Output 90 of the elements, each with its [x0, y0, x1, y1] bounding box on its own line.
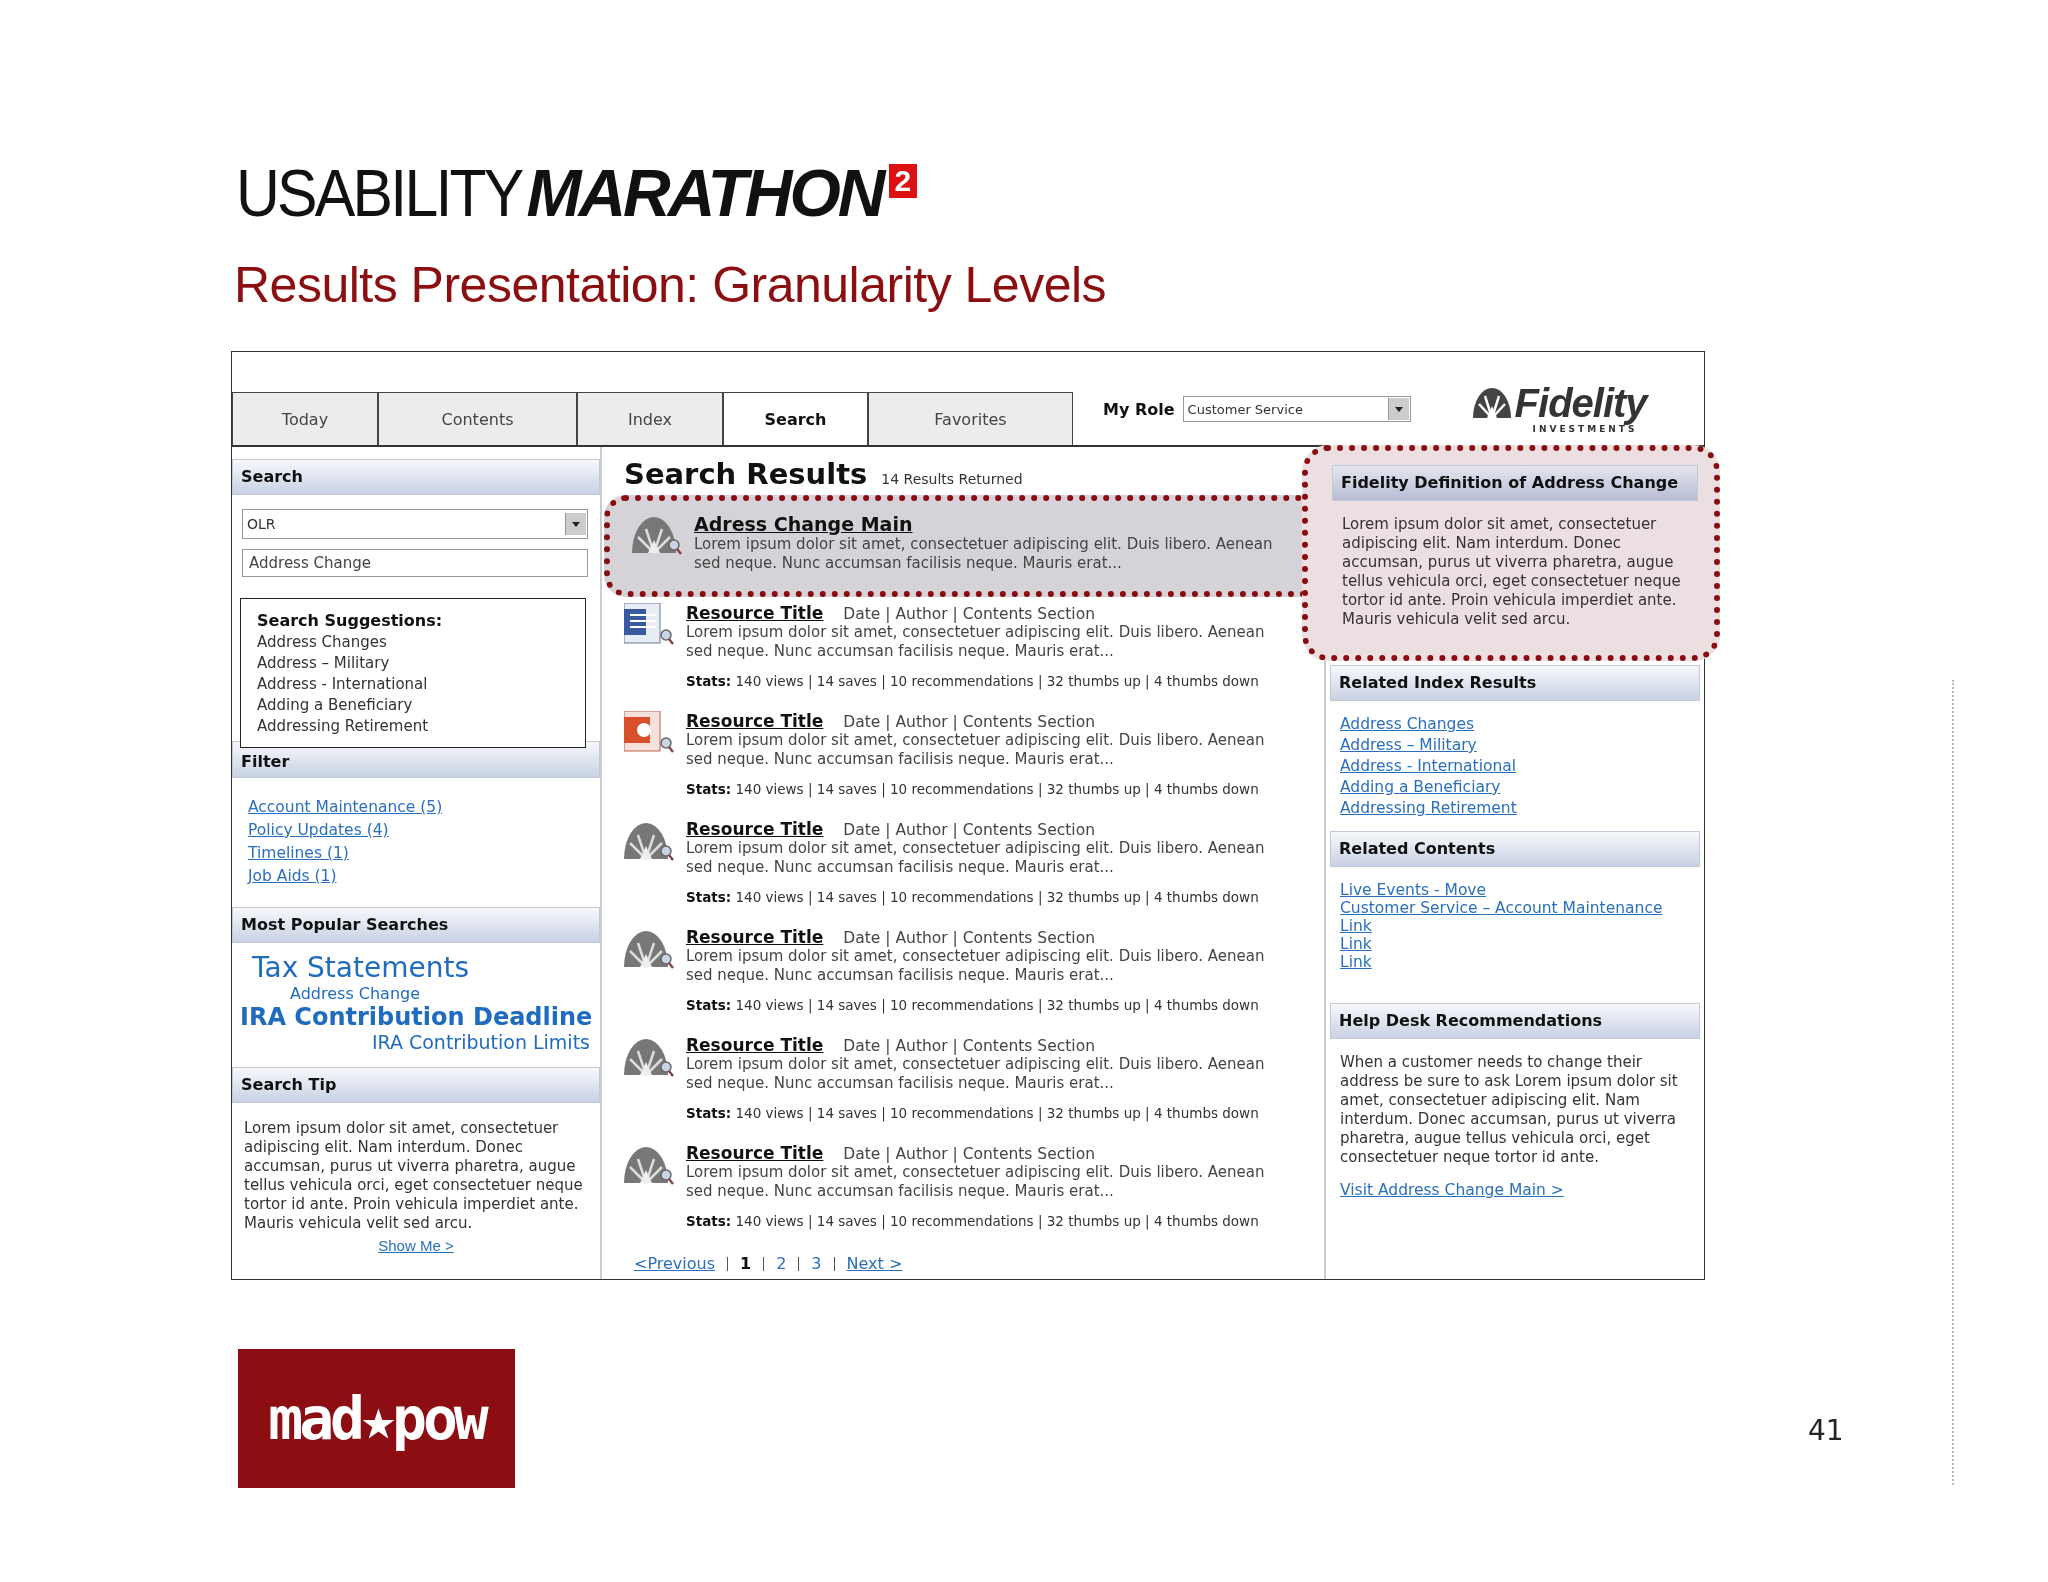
suggestion-item[interactable]: Address Changes — [257, 633, 569, 651]
related-link[interactable]: Link — [1340, 953, 1372, 971]
show-me-link[interactable]: Show Me > — [378, 1237, 454, 1254]
role-dropdown[interactable]: Customer Service — [1182, 396, 1411, 422]
caret-icon — [1394, 406, 1403, 412]
panel-header: Most Popular Searches — [232, 907, 600, 943]
tip-text: Lorem ipsum dolor sit amet, consectetuer adipiscing elit. Nam interdum. Donec accumsan, purus ut viverra pharetra, augue tellus vehicula orci, eget consectetuer neque tortor id ante. Proin vehicula imperdiet ante. Mauris vehicula velit sed arcu. — [243, 1118, 584, 1233]
pagination-link[interactable]: Next > — [833, 1257, 915, 1271]
result-description: Lorem ipsum dolor sit amet, consectetuer adipiscing elit. Duis libero. Aenean sed neque. Nunc accumsan facilisis neque. Mauris erat... — [686, 1163, 1266, 1201]
result-title-link[interactable]: Resource Title — [686, 711, 824, 731]
result-stats: Stats: 140 views | 14 saves | 10 recommendations | 32 thumbs up | 4 thumbs down — [686, 997, 1260, 1013]
tab[interactable]: Contents — [378, 392, 577, 445]
popular-search-link[interactable]: IRA Contribution Limits — [371, 1031, 590, 1053]
related-link[interactable]: Addressing Retirement — [1340, 799, 1517, 817]
suggestions-title: Search Suggestions: — [257, 611, 444, 630]
page-number: 41 — [1808, 1414, 1844, 1447]
tab[interactable]: Search — [723, 392, 868, 445]
result-description: Lorem ipsum dolor sit amet, consectetuer adipiscing elit. Duis libero. Aenean sed neque. Nunc accumsan facilisis neque. Mauris erat... — [694, 535, 1274, 573]
result-title-link[interactable]: Adress Change Main — [694, 513, 1294, 535]
related-link[interactable]: Address – Military — [1340, 736, 1477, 754]
result-description: Lorem ipsum dolor sit amet, consectetuer adipiscing elit. Duis libero. Aenean sed neque. Nunc accumsan facilisis neque. Mauris erat... — [686, 947, 1266, 985]
result-title-link[interactable]: Resource Title — [686, 819, 824, 839]
suggestion-item[interactable]: Addressing Retirement — [257, 717, 569, 735]
related-link[interactable]: Address Changes — [1340, 715, 1475, 733]
panel-header: Related Index Results — [1330, 665, 1700, 701]
related-link[interactable]: Customer Service – Account Maintenance — [1340, 899, 1663, 917]
logo-badge: 2 — [888, 164, 918, 198]
result-meta: Date | Author | Contents Section — [843, 929, 1095, 947]
tab[interactable]: Index — [577, 392, 723, 445]
related-link[interactable]: Link — [1340, 935, 1372, 953]
result-meta: Date | Author | Contents Section — [843, 1037, 1095, 1055]
footer-logo: mad★pow — [238, 1349, 515, 1488]
result-meta: Date | Author | Contents Section — [843, 713, 1095, 731]
brand-tagline: INVESTMENTS — [1532, 424, 1638, 434]
pagination-link[interactable]: <Previous — [634, 1257, 728, 1271]
definition-text: Lorem ipsum dolor sit amet, consectetuer adipiscing elit. Nam interdum. Donec accumsan, purus ut viverra pharetra, augue tellus vehicula orci, eget consectetuer neque tortor id ante. Proin vehicula imperdiet ante. Mauris vehicula velit sed arcu. — [1341, 514, 1682, 630]
related-link[interactable]: Adding a Beneficiary — [1340, 778, 1501, 796]
result-title-link[interactable]: Resource Title — [686, 1143, 824, 1163]
popular-search-link[interactable]: Address Change — [290, 984, 590, 1003]
result-meta: Date | Author | Contents Section — [843, 821, 1095, 839]
result-description: Lorem ipsum dolor sit amet, consectetuer adipiscing elit. Duis libero. Aenean sed neque. Nunc accumsan facilisis neque. Mauris erat... — [686, 623, 1266, 661]
panel-header: Search — [232, 459, 600, 495]
search-field[interactable]: Address Change — [242, 549, 588, 577]
result-title-link[interactable]: Resource Title — [686, 603, 824, 623]
result-stats: Stats: 140 views | 14 saves | 10 recommendations | 32 thumbs up | 4 thumbs down — [686, 673, 1260, 689]
results-heading: Search Results — [624, 457, 868, 491]
suggestion-item[interactable]: Address - International — [257, 675, 569, 693]
presentation-document-icon — [624, 711, 674, 753]
result-description: Lorem ipsum dolor sit amet, consectetuer adipiscing elit. Duis libero. Aenean sed neque. Nunc accumsan facilisis neque. Mauris erat... — [686, 1055, 1266, 1093]
popular-search-link[interactable]: Tax Statements — [252, 951, 590, 984]
result-meta: Date | Author | Contents Section — [843, 1145, 1095, 1163]
suggestion-item[interactable]: Adding a Beneficiary — [257, 696, 569, 714]
tab[interactable]: Favorites — [868, 392, 1073, 445]
popular-search-link[interactable]: IRA Contribution Deadline — [240, 1003, 590, 1031]
result-stats: Stats: 140 views | 14 saves | 10 recommendations | 32 thumbs up | 4 thumbs down — [686, 1105, 1260, 1121]
caret-icon — [572, 521, 580, 527]
panel-header: Search Tip — [232, 1067, 600, 1103]
tab[interactable]: Today — [232, 392, 378, 445]
related-link[interactable]: Live Events - Move — [1340, 881, 1487, 899]
page-number-link[interactable]: 1 — [727, 1257, 764, 1271]
recommendation-text: When a customer needs to change their address be sure to ask Lorem ipsum dolor sit amet, consectetuer adipiscing elit. Nam interdum. Donec accumsan, purus ut viverra pharetra, augue tellus vehicula orci, eget consectetuer neque tortor id ante. — [1339, 1052, 1679, 1168]
field-label: My Role — [1103, 399, 1175, 419]
result-stats: Stats: 140 views | 14 saves | 10 recommendations | 32 thumbs up | 4 thumbs down — [686, 781, 1260, 797]
related-link[interactable]: Link — [1340, 917, 1372, 935]
word-document-icon — [624, 603, 674, 645]
result-description: Lorem ipsum dolor sit amet, consectetuer adipiscing elit. Duis libero. Aenean sed neque. Nunc accumsan facilisis neque. Mauris erat... — [686, 839, 1266, 877]
suggestion-item[interactable]: Address – Military — [257, 654, 569, 672]
filter-link[interactable]: Timelines (1) — [248, 844, 349, 862]
result-stats: Stats: 140 views | 14 saves | 10 recommendations | 32 thumbs up | 4 thumbs down — [686, 889, 1260, 905]
pyramid-logo-icon — [1472, 388, 1511, 418]
logo-text: USABILITY — [236, 160, 522, 226]
page-number-link[interactable]: 3 — [798, 1257, 834, 1271]
logo-text: MARATHON — [526, 160, 883, 226]
result-title-link[interactable]: Resource Title — [686, 1035, 824, 1055]
result-description: Lorem ipsum dolor sit amet, consectetuer adipiscing elit. Duis libero. Aenean sed neque. Nunc accumsan facilisis neque. Mauris erat... — [686, 731, 1266, 769]
panel-header: Help Desk Recommendations — [1330, 1003, 1700, 1039]
result-stats: Stats: 140 views | 14 saves | 10 recommendations | 32 thumbs up | 4 thumbs down — [686, 1213, 1260, 1229]
filter-link[interactable]: Policy Updates (4) — [248, 821, 389, 839]
related-link[interactable]: Address - International — [1340, 757, 1517, 775]
filter-link[interactable]: Job Aids (1) — [248, 867, 337, 885]
page-number-link[interactable]: 2 — [763, 1257, 799, 1271]
results-count: 14 Results Returned — [881, 471, 1023, 487]
panel-header: Related Contents — [1330, 831, 1700, 867]
slide-title: Results Presentation: Granularity Levels — [234, 256, 1108, 314]
source-dropdown[interactable]: OLR — [242, 509, 588, 539]
visit-link[interactable]: Visit Address Change Main > — [1340, 1181, 1564, 1199]
filter-link[interactable]: Account Maintenance (5) — [248, 798, 443, 816]
result-title-link[interactable]: Resource Title — [686, 927, 824, 947]
result-meta: Date | Author | Contents Section — [843, 605, 1095, 623]
panel-header: Fidelity Definition of Address Change — [1332, 465, 1698, 501]
